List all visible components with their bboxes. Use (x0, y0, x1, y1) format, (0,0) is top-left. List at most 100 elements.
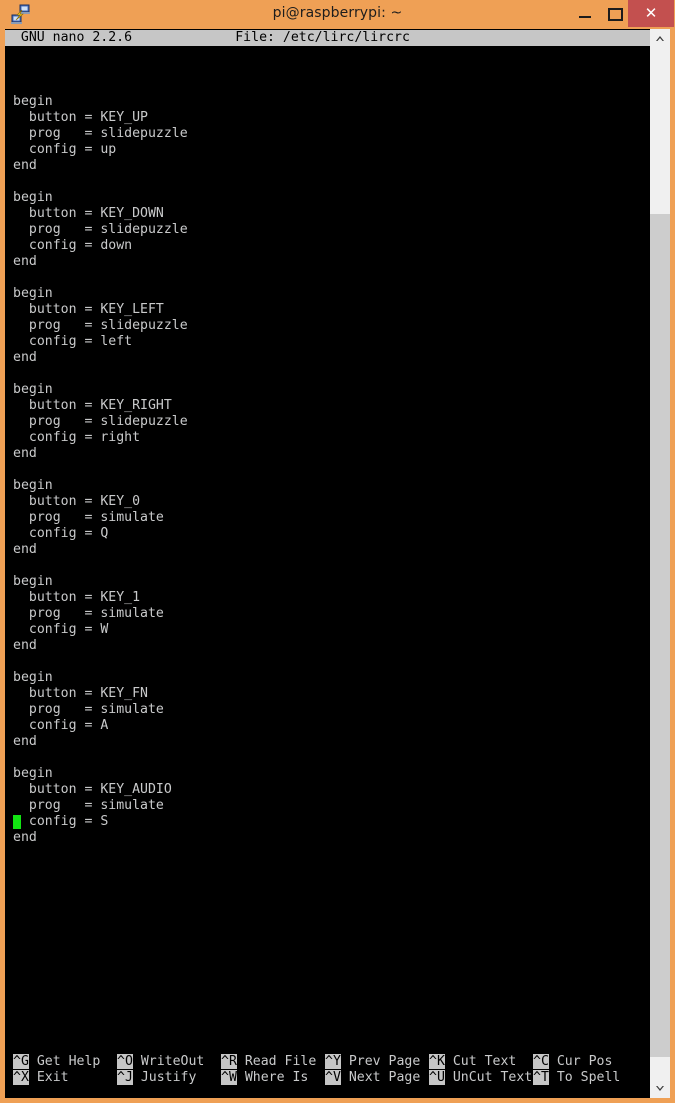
file-line: begin (13, 382, 53, 397)
text-cursor (13, 815, 21, 829)
file-line: begin (13, 766, 53, 781)
shortcut-row-2: ^X Exit ^J Justify ^W Where Is ^V Next Page… (5, 1070, 650, 1086)
file-line: begin (13, 94, 53, 109)
shortcut-key: ^V (325, 1070, 341, 1085)
shortcut-key: ^O (117, 1054, 133, 1069)
file-line: button = KEY_FN (13, 686, 148, 701)
shortcut-key: ^X (13, 1070, 29, 1085)
file-line: button = KEY_RIGHT (13, 398, 172, 413)
file-line: prog = simulate (13, 798, 164, 813)
shortcut-label: Cut Text (444, 1054, 517, 1069)
file-line: prog = simulate (13, 702, 164, 717)
scroll-up-arrow-icon[interactable] (650, 29, 670, 49)
file-line (5, 654, 650, 670)
window-titlebar[interactable]: pi@raspberrypi: ~ ✕ (0, 0, 675, 29)
file-line: end (13, 446, 37, 461)
shortcut-label: Read File (236, 1054, 317, 1069)
shortcut-item[interactable]: ^J Justify (117, 1070, 196, 1086)
scrollbar-thumb[interactable] (650, 213, 670, 1058)
file-line (5, 174, 650, 190)
shortcut-label: Next Page (340, 1070, 421, 1085)
maximize-button[interactable] (600, 0, 628, 27)
nano-text-area[interactable]: begin button = KEY_UP prog = slidepuzzle… (5, 46, 650, 1046)
shortcut-label: Exit (28, 1070, 69, 1085)
close-icon: ✕ (644, 4, 658, 22)
shortcut-key: ^K (429, 1054, 445, 1069)
file-line: config = W (13, 622, 109, 637)
file-line: begin (13, 670, 53, 685)
shortcut-item[interactable]: ^V Next Page (325, 1070, 420, 1086)
shortcut-key: ^W (221, 1070, 237, 1085)
terminal-screen[interactable]: GNU nano 2.2.6 File: /etc/lirc/lircrc be… (5, 29, 650, 1098)
scroll-down-arrow-icon[interactable] (650, 1078, 670, 1098)
minimize-button[interactable] (570, 0, 600, 27)
shortcut-key: ^C (533, 1054, 549, 1069)
nano-shortcut-bar: ^G Get Help ^O WriteOut ^R Read File ^Y Pre… (5, 1054, 650, 1086)
shortcut-label: WriteOut (132, 1054, 205, 1069)
scrollbar-track[interactable] (650, 49, 670, 214)
file-line: button = KEY_AUDIO (13, 782, 172, 797)
file-line (5, 78, 650, 94)
file-line: begin (13, 574, 53, 589)
shortcut-item[interactable]: ^W Where Is (221, 1070, 308, 1086)
file-line (5, 366, 650, 382)
file-line: end (13, 158, 37, 173)
shortcut-label: Justify (132, 1070, 197, 1085)
file-line: config = down (13, 238, 133, 253)
file-line: button = KEY_1 (13, 590, 141, 605)
file-line: prog = simulate (13, 606, 164, 621)
shortcut-label: UnCut Text (444, 1070, 533, 1085)
file-line: end (13, 254, 37, 269)
shortcut-row-1: ^G Get Help ^O WriteOut ^R Read File ^Y Pre… (5, 1054, 650, 1070)
file-line (5, 462, 650, 478)
file-line: config = A (13, 718, 109, 733)
file-line: prog = slidepuzzle (13, 318, 188, 333)
shortcut-label: Get Help (28, 1054, 101, 1069)
shortcut-item[interactable]: ^Y Prev Page (325, 1054, 420, 1070)
minimize-icon (579, 16, 591, 18)
shortcut-item[interactable]: ^C Cur Pos (533, 1054, 612, 1070)
shortcut-label: To Spell (548, 1070, 621, 1085)
file-line: config = S (13, 814, 109, 829)
shortcut-item[interactable]: ^T To Spell (533, 1070, 620, 1086)
shortcut-label: Prev Page (340, 1054, 421, 1069)
file-line: end (13, 542, 37, 557)
file-line: prog = slidepuzzle (13, 222, 188, 237)
file-line: config = left (13, 334, 133, 349)
file-line: config = Q (13, 526, 109, 541)
shortcut-key: ^U (429, 1070, 445, 1085)
shortcut-key: ^R (221, 1054, 237, 1069)
file-line: prog = slidepuzzle (13, 414, 188, 429)
file-line: button = KEY_DOWN (13, 206, 164, 221)
file-line: end (13, 734, 37, 749)
file-line: end (13, 638, 37, 653)
file-content: begin button = KEY_UP prog = slidepuzzle… (5, 78, 650, 862)
shortcut-item[interactable]: ^K Cut Text (429, 1054, 516, 1070)
file-line: prog = simulate (13, 510, 164, 525)
file-line (5, 846, 650, 862)
shortcut-key: ^T (533, 1070, 549, 1085)
shortcut-item[interactable]: ^U UnCut Text (429, 1070, 532, 1086)
file-line (5, 270, 650, 286)
shortcut-item[interactable]: ^R Read File (221, 1054, 316, 1070)
file-line: config = up (13, 142, 117, 157)
file-line (5, 558, 650, 574)
file-line: config = right (13, 430, 141, 445)
file-line: button = KEY_UP (13, 110, 148, 125)
terminal-scrollbar[interactable] (650, 29, 670, 1098)
file-line: end (13, 350, 37, 365)
file-line: button = KEY_LEFT (13, 302, 164, 317)
nano-titlebar: GNU nano 2.2.6 File: /etc/lirc/lircrc (5, 30, 650, 46)
putty-window: pi@raspberrypi: ~ ✕ GNU nano 2.2.6 File:… (0, 0, 675, 1103)
file-line: begin (13, 286, 53, 301)
maximize-icon (608, 8, 623, 21)
shortcut-label: Where Is (236, 1070, 309, 1085)
file-line: end (13, 830, 37, 845)
close-button[interactable]: ✕ (628, 0, 674, 27)
shortcut-label: Cur Pos (548, 1054, 613, 1069)
shortcut-item[interactable]: ^G Get Help (13, 1054, 100, 1070)
file-line: begin (13, 190, 53, 205)
shortcut-key: ^Y (325, 1054, 341, 1069)
shortcut-item[interactable]: ^X Exit (13, 1070, 69, 1086)
shortcut-item[interactable]: ^O WriteOut (117, 1054, 204, 1070)
